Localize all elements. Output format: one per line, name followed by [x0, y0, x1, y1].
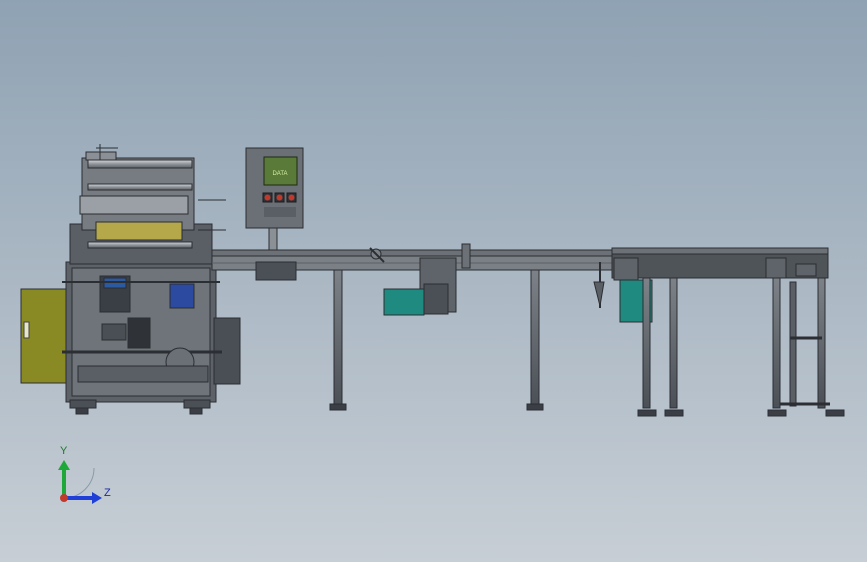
panel-button-2[interactable] — [274, 192, 285, 203]
panel-button-3[interactable] — [286, 192, 297, 203]
y-axis-label: Y — [60, 445, 68, 457]
wrapping-machine[interactable] — [20, 144, 241, 415]
main-conveyor[interactable] — [211, 243, 613, 411]
panel-button-1[interactable] — [262, 192, 273, 203]
hmi-screen-text: DATA — [272, 171, 287, 177]
x-axis-dot — [60, 494, 68, 502]
coordinate-triad: Y Z — [58, 445, 111, 504]
outfeed-conveyor[interactable] — [611, 247, 845, 417]
cad-viewport[interactable]: DATA Y Z — [0, 0, 867, 562]
z-axis-label: Z — [104, 487, 111, 499]
conveyor-drive-motor — [383, 288, 425, 316]
control-panel[interactable]: DATA — [245, 147, 304, 255]
film-unit — [81, 157, 195, 231]
